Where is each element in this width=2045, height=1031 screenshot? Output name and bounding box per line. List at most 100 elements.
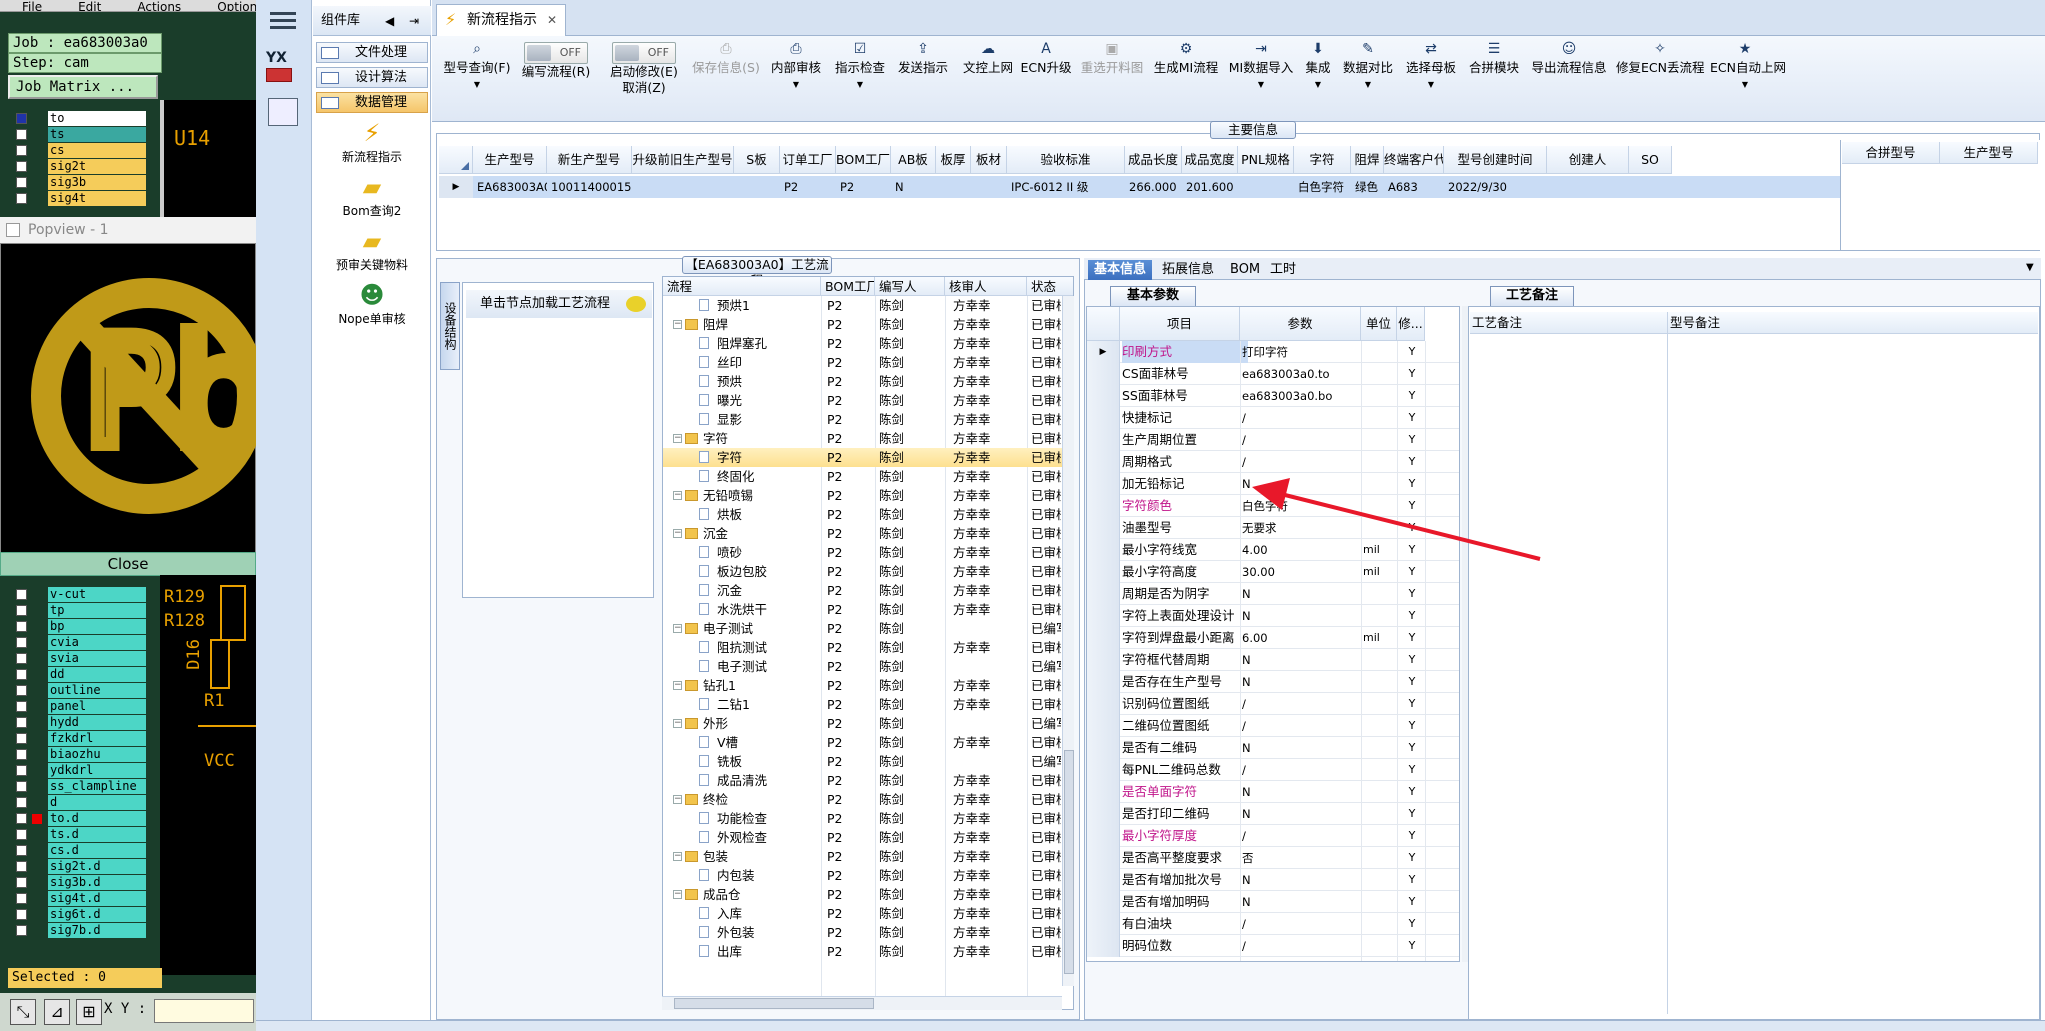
- main-cell[interactable]: [1547, 176, 1629, 198]
- param-value[interactable]: /: [1242, 693, 1367, 715]
- param-row[interactable]: 是否有二维码 N Y: [1087, 737, 1459, 759]
- main-cell[interactable]: N: [891, 176, 936, 198]
- info-tab-3[interactable]: 工时: [1264, 260, 1302, 280]
- tree-row[interactable]: 预烘1 P2 陈剑 方幸幸 已审核: [663, 296, 1073, 315]
- layer-row[interactable]: ydkdrl: [14, 763, 146, 779]
- info-tab-0[interactable]: 基本信息: [1088, 260, 1153, 280]
- collapse-icon[interactable]: −: [673, 624, 682, 633]
- main-cell[interactable]: 10011400015825: [547, 176, 632, 198]
- tree-row[interactable]: 水洗烘干 P2 陈剑 方幸幸 已审核: [663, 600, 1073, 619]
- main-col-header[interactable]: 创建人: [1547, 146, 1629, 174]
- tree-row[interactable]: 内包装 P2 陈剑 方幸幸 已审核: [663, 866, 1073, 885]
- tree-row[interactable]: 板边包胶 P2 陈剑 方幸幸 已审核: [663, 562, 1073, 581]
- main-col-header[interactable]: AB板: [891, 146, 936, 174]
- collapse-icon[interactable]: −: [673, 890, 682, 899]
- layer-checkbox[interactable]: [16, 653, 27, 664]
- param-value[interactable]: 否: [1242, 847, 1367, 869]
- param-value[interactable]: N: [1242, 649, 1367, 671]
- tree-row[interactable]: 二钻1 P2 陈剑 方幸幸 已审核: [663, 695, 1073, 714]
- main-cell[interactable]: 绿色: [1351, 176, 1384, 198]
- layer-checkbox[interactable]: [16, 765, 27, 776]
- side-tab-structure[interactable]: 设备结构: [440, 282, 460, 370]
- main-col-header[interactable]: S板: [734, 146, 780, 174]
- merge-col-header[interactable]: 合拼型号: [1842, 142, 1940, 164]
- tree-row[interactable]: − 无铅喷锡 P2 陈剑 方幸幸 已审核: [663, 486, 1073, 505]
- tree-row[interactable]: 曝光 P2 陈剑 方幸幸 已审核: [663, 391, 1073, 410]
- param-col-header[interactable]: 项目: [1120, 307, 1240, 341]
- craft-notes-text[interactable]: [1470, 334, 1668, 1014]
- toggle-switch[interactable]: OFF: [612, 42, 676, 64]
- cam-menu-2[interactable]: Actions: [137, 0, 181, 11]
- layer-row[interactable]: hydd: [14, 715, 146, 731]
- layer-row[interactable]: d: [14, 795, 146, 811]
- main-cell[interactable]: [936, 176, 971, 198]
- tree-row[interactable]: 阻抗测试 P2 陈剑 方幸幸 已审核: [663, 638, 1073, 657]
- param-row[interactable]: 最小字符厚度 / Y: [1087, 825, 1459, 847]
- main-col-header[interactable]: BOM工厂: [836, 146, 891, 174]
- layer-checkbox[interactable]: [16, 177, 27, 188]
- toolbar-button-0[interactable]: ⌕ 型号查询(F) ▼: [442, 40, 512, 118]
- layer-checkbox[interactable]: [16, 161, 27, 172]
- main-col-header[interactable]: SO: [1629, 146, 1672, 174]
- process-tree-grid[interactable]: 流程BOM工厂编写人核审人状态预烘1P2陈剑方幸幸已审核−阻焊P2陈剑方幸幸已审…: [662, 276, 1074, 1010]
- param-value[interactable]: 无要求: [1242, 517, 1367, 539]
- pcb-view-bottom[interactable]: R129 R128 D16 R1 VCC: [160, 575, 256, 975]
- tree-row[interactable]: 烘板 P2 陈剑 方幸幸 已审核: [663, 505, 1073, 524]
- layer-row[interactable]: sig2t.d: [14, 859, 146, 875]
- grid-tool-icon[interactable]: ⊞: [76, 999, 102, 1025]
- tree-row[interactable]: 预烘 P2 陈剑 方幸幸 已审核: [663, 372, 1073, 391]
- info-tab-1[interactable]: 拓展信息: [1156, 260, 1220, 280]
- toolbar-button-7[interactable]: ☁ 文控上网: [960, 40, 1016, 118]
- layer-checkbox[interactable]: [16, 129, 27, 140]
- main-col-header[interactable]: 终端客户代码: [1384, 146, 1444, 174]
- param-value[interactable]: 4.00: [1242, 539, 1367, 561]
- layer-row[interactable]: sig2t: [14, 159, 146, 175]
- layer-checkbox[interactable]: [16, 589, 27, 600]
- param-row[interactable]: 二维码位置图纸 / Y: [1087, 715, 1459, 737]
- info-tab-2[interactable]: BOM: [1224, 260, 1266, 280]
- tree-row[interactable]: − 包装 P2 陈剑 方幸幸 已审核: [663, 847, 1073, 866]
- close-tab-icon[interactable]: ✕: [547, 5, 557, 35]
- layer-row[interactable]: sig4t: [14, 191, 146, 207]
- tree-row[interactable]: 显影 P2 陈剑 方幸幸 已审核: [663, 410, 1073, 429]
- param-row[interactable]: 加无铅标记 N Y: [1087, 473, 1459, 495]
- tree-row[interactable]: 外包装 P2 陈剑 方幸幸 已审核: [663, 923, 1073, 942]
- layer-row[interactable]: sig6t.d: [14, 907, 146, 923]
- param-row[interactable]: ▶ 印刷方式 打印字符 Y: [1087, 341, 1459, 363]
- main-cell[interactable]: [971, 176, 1007, 198]
- tree-col-header[interactable]: 编写人: [875, 277, 945, 296]
- layer-row[interactable]: to: [14, 111, 146, 127]
- layer-row[interactable]: sig7b.d: [14, 923, 146, 939]
- toolbar-button-2[interactable]: OFF 启动修改(E) 取消(Z): [600, 40, 688, 118]
- tree-row[interactable]: 外观检查 P2 陈剑 方幸幸 已审核: [663, 828, 1073, 847]
- param-row[interactable]: 周期是否为阴字 N Y: [1087, 583, 1459, 605]
- model-notes-text[interactable]: [1668, 334, 2038, 1014]
- main-cell[interactable]: IPC-6012 II 级: [1007, 176, 1125, 198]
- param-row[interactable]: 是否有增加明码 N Y: [1087, 891, 1459, 913]
- collapse-icon[interactable]: −: [673, 491, 682, 500]
- layer-checkbox[interactable]: [16, 877, 27, 888]
- param-value[interactable]: N: [1242, 605, 1367, 627]
- lib-tool-0[interactable]: ⚡ 新流程指示: [320, 118, 424, 165]
- main-col-header[interactable]: 订单工厂: [780, 146, 836, 174]
- chevron-down-icon[interactable]: ▼: [1226, 76, 1296, 94]
- main-cell[interactable]: P2: [836, 176, 891, 198]
- lib-item-2[interactable]: 数据管理: [316, 92, 428, 113]
- main-col-header[interactable]: 成品宽度: [1182, 146, 1238, 174]
- cam-menu-3[interactable]: Options: [217, 0, 256, 11]
- lib-tool-3[interactable]: ☻ Nope单审核: [320, 280, 424, 327]
- tree-row[interactable]: − 钻孔1 P2 陈剑 方幸幸 已审核: [663, 676, 1073, 695]
- measure-tool-icon[interactable]: ⊿: [44, 999, 70, 1025]
- layer-row[interactable]: biaozhu: [14, 747, 146, 763]
- main-col-header[interactable]: 字符: [1294, 146, 1351, 174]
- tree-row[interactable]: 阻焊塞孔 P2 陈剑 方幸幸 已审核: [663, 334, 1073, 353]
- toolbar-button-3[interactable]: ⎙ 保存信息(S): [688, 40, 764, 118]
- param-value[interactable]: 打印字符: [1242, 341, 1367, 363]
- lib-item-0[interactable]: 文件处理: [316, 42, 428, 63]
- layer-checkbox[interactable]: [16, 813, 27, 824]
- tree-row[interactable]: − 阻焊 P2 陈剑 方幸幸 已审核: [663, 315, 1073, 334]
- main-col-header[interactable]: 验收标准: [1007, 146, 1125, 174]
- toolbar-button-16[interactable]: ☺ 导出流程信息: [1528, 40, 1610, 118]
- pin-icon[interactable]: ⇥: [409, 6, 419, 36]
- chevron-down-icon[interactable]: ▼: [1710, 76, 1780, 94]
